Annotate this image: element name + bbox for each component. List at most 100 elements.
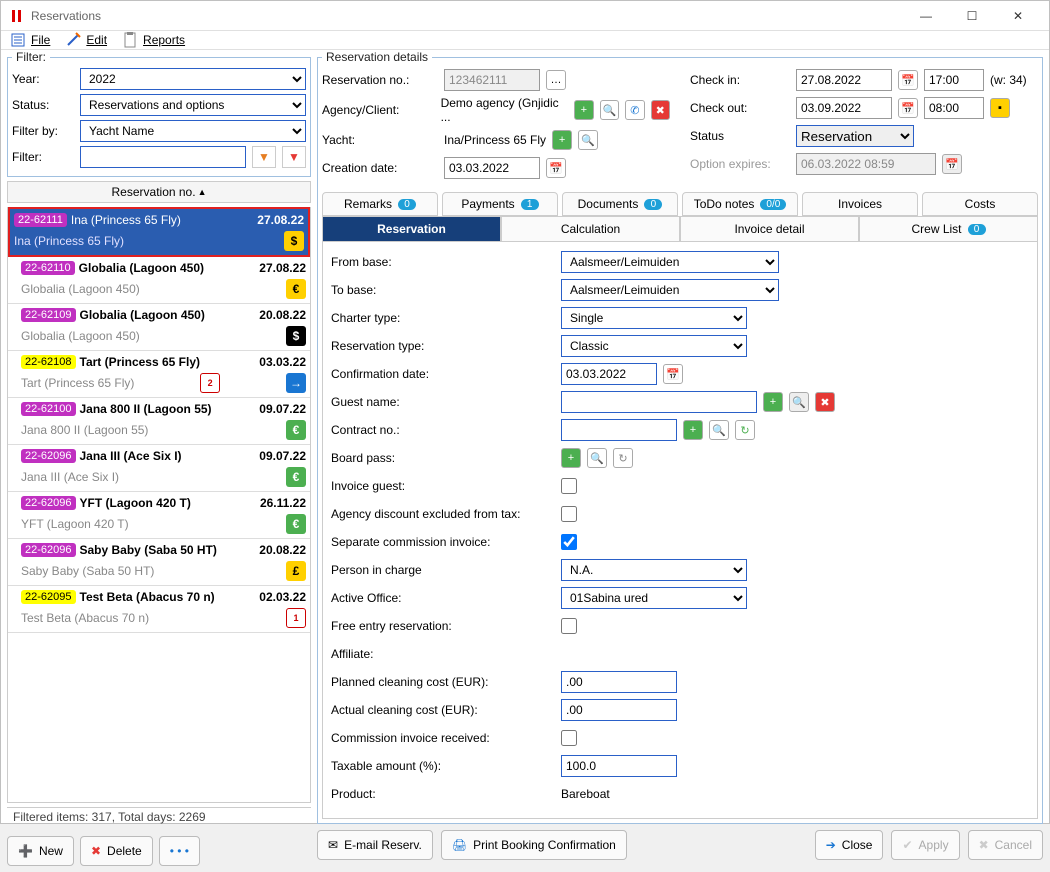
office-select[interactable]: 01Sabina ured (561, 587, 747, 609)
commrecv-label: Commission invoice received: (331, 731, 555, 745)
actual-field[interactable] (561, 699, 677, 721)
minimize-button[interactable]: — (903, 1, 949, 31)
close-window-button[interactable]: ✕ (995, 1, 1041, 31)
commrecv-checkbox[interactable] (561, 730, 577, 746)
email-button[interactable]: ✉E-mail Reserv. (317, 830, 433, 860)
tab-documents[interactable]: Documents0 (562, 192, 678, 216)
list-item[interactable]: 22-62111Ina (Princess 65 Fly)27.08.22Ina… (8, 207, 310, 257)
guest-remove-icon[interactable]: ✖ (815, 392, 835, 412)
list-item[interactable]: 22-62095Test Beta (Abacus 70 n)02.03.22T… (8, 586, 310, 633)
list-item[interactable]: 22-62109Globalia (Lagoon 450)20.08.22Glo… (8, 304, 310, 351)
tab-payments[interactable]: Payments1 (442, 192, 558, 216)
free-checkbox[interactable] (561, 618, 577, 634)
contract-search-icon[interactable]: 🔍 (709, 420, 729, 440)
reservation-badge: 22-62111 (14, 213, 67, 227)
affiliate-label: Affiliate: (331, 647, 555, 661)
list-item[interactable]: 22-62108Tart (Princess 65 Fly)03.03.22Ta… (8, 351, 310, 398)
agdisc-checkbox[interactable] (561, 506, 577, 522)
yacht-search-icon[interactable]: 🔍 (578, 130, 598, 150)
agency-search-icon[interactable]: 🔍 (600, 100, 619, 120)
frombase-select[interactable]: Aalsmeer/Leimuiden (561, 251, 779, 273)
checkin-date-field[interactable] (796, 69, 892, 91)
checkout-note-icon[interactable]: ▪ (990, 98, 1010, 118)
filterby-select[interactable]: Yacht Name (80, 120, 306, 142)
tab-todo[interactable]: ToDo notes0/0 (682, 192, 798, 216)
list-item[interactable]: 22-62096YFT (Lagoon 420 T)26.11.22YFT (L… (8, 492, 310, 539)
euro-icon: € (286, 514, 306, 534)
agency-remove-icon[interactable]: ✖ (651, 100, 670, 120)
list-item[interactable]: 22-62096Saby Baby (Saba 50 HT)20.08.22Sa… (8, 539, 310, 586)
new-button[interactable]: ➕New (7, 836, 74, 866)
reservation-badge: 22-62096 (21, 449, 76, 463)
list-header[interactable]: Reservation no. ▲ (7, 181, 311, 203)
rstatus-select[interactable]: Reservation (796, 125, 914, 147)
invguest-checkbox[interactable] (561, 478, 577, 494)
sepcomm-checkbox[interactable] (561, 534, 577, 550)
menu-file[interactable]: File (9, 31, 50, 49)
rtype-select[interactable]: Classic (561, 335, 747, 357)
reservation-date: 26.11.22 (260, 496, 306, 510)
year-select[interactable]: 2022 (80, 68, 306, 90)
list-item[interactable]: 22-62100Jana 800 II (Lagoon 55)09.07.22J… (8, 398, 310, 445)
agency-add-icon[interactable]: + (574, 100, 593, 120)
reservation-list[interactable]: 22-62111Ina (Princess 65 Fly)27.08.22Ina… (7, 207, 311, 803)
tab-crew-list[interactable]: Crew List0 (859, 216, 1038, 242)
euro-icon: € (286, 420, 306, 440)
person-select[interactable]: N.A. (561, 559, 747, 581)
status-select[interactable]: Reservations and options (80, 94, 306, 116)
checkout-time-field[interactable] (924, 97, 984, 119)
maximize-button[interactable]: ☐ (949, 1, 995, 31)
print-button[interactable]: 🖨Print Booking Confirmation (441, 830, 627, 860)
contract-add-icon[interactable]: + (683, 420, 703, 440)
tobase-select[interactable]: Aalsmeer/Leimuiden (561, 279, 779, 301)
agency-phone-icon[interactable]: ✆ (625, 100, 644, 120)
yacht-add-icon[interactable]: + (552, 130, 572, 150)
filter-input[interactable] (80, 146, 246, 168)
actual-label: Actual cleaning cost (EUR): (331, 703, 555, 717)
list-status: Filtered items: 317, Total days: 2269 (7, 807, 311, 826)
checkout-calendar-icon[interactable]: 📅 (898, 98, 918, 118)
tab-costs[interactable]: Costs (922, 192, 1038, 216)
checkin-time-field[interactable] (924, 69, 984, 91)
list-item[interactable]: 22-62110Globalia (Lagoon 450)27.08.22Glo… (8, 257, 310, 304)
contract-field[interactable] (561, 419, 677, 441)
checkout-date-field[interactable] (796, 97, 892, 119)
board-add-icon[interactable]: + (561, 448, 581, 468)
creation-calendar-icon[interactable]: 📅 (546, 158, 566, 178)
taxable-field[interactable] (561, 755, 677, 777)
menu-edit[interactable]: Edit (64, 31, 107, 49)
filter-clear-icon[interactable]: ▼ (282, 146, 306, 168)
guest-field[interactable] (561, 391, 757, 413)
delete-button[interactable]: ✖Delete (80, 836, 153, 866)
tab-remarks[interactable]: Remarks0 (322, 192, 438, 216)
tab-invoices[interactable]: Invoices (802, 192, 918, 216)
menubar: File Edit Reports (1, 31, 1049, 50)
confirm-calendar-icon[interactable]: 📅 (663, 364, 683, 384)
close-button[interactable]: ➔Close (815, 830, 884, 860)
reservation-name: Jana III (Ace Six I) (80, 449, 182, 463)
list-item[interactable]: 22-62096Jana III (Ace Six I)09.07.22Jana… (8, 445, 310, 492)
board-search-icon[interactable]: 🔍 (587, 448, 607, 468)
reservation-name: Tart (Princess 65 Fly) (80, 355, 201, 369)
tab-reservation[interactable]: Reservation (322, 216, 501, 242)
menu-reports[interactable]: Reports (121, 31, 185, 49)
tab-invoice-detail[interactable]: Invoice detail (680, 216, 859, 242)
rtype-label: Reservation type: (331, 339, 555, 353)
board-refresh-icon[interactable]: ↻ (613, 448, 633, 468)
frombase-label: From base: (331, 255, 555, 269)
contract-refresh-icon[interactable]: ↻ (735, 420, 755, 440)
creation-field[interactable] (444, 157, 540, 179)
cancel-button: ✖Cancel (968, 830, 1043, 860)
confirm-field[interactable] (561, 363, 657, 385)
rstatus-label: Status (690, 129, 790, 143)
tab-calculation[interactable]: Calculation (501, 216, 680, 242)
charter-select[interactable]: Single (561, 307, 747, 329)
checkin-calendar-icon[interactable]: 📅 (898, 70, 918, 90)
euro-icon: € (286, 279, 306, 299)
more-button[interactable]: • • • (159, 836, 200, 866)
resno-lookup-icon[interactable]: … (546, 70, 566, 90)
guest-add-icon[interactable]: + (763, 392, 783, 412)
guest-label: Guest name: (331, 395, 555, 409)
planned-field[interactable] (561, 671, 677, 693)
filter-apply-icon[interactable]: ▼ (252, 146, 276, 168)
